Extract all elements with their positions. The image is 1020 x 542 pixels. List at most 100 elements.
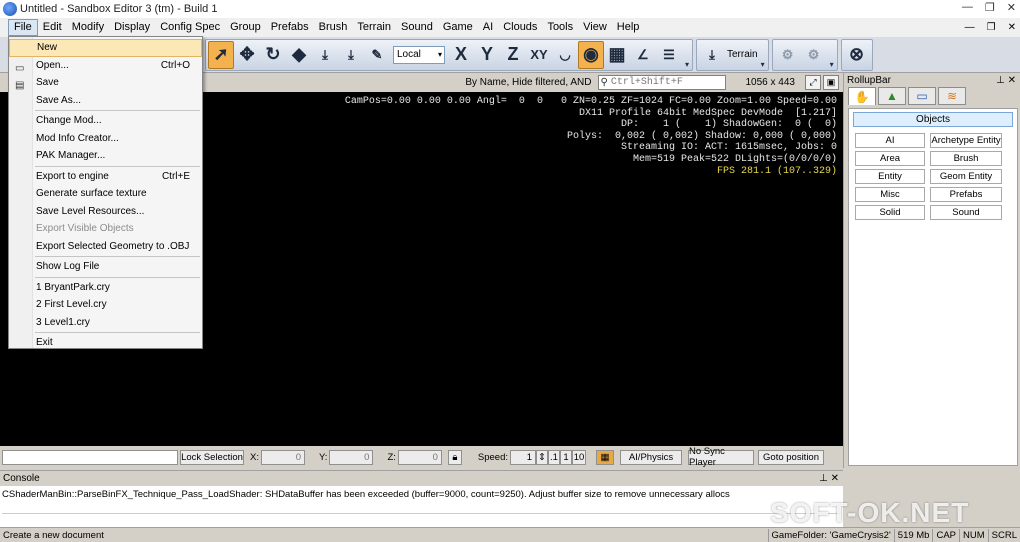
camera-snap-icon[interactable]: ◉ <box>578 40 604 69</box>
pin-close-icon[interactable]: ⊥ ✕ <box>996 75 1016 86</box>
search-filter-mode[interactable]: By Name, Hide filtered, AND <box>465 77 591 88</box>
file-menu-item-open[interactable]: ▭ Open... Ctrl+O <box>9 57 202 75</box>
file-menu-item-save[interactable]: ▤ Save <box>9 74 202 92</box>
axis-x-button[interactable]: X <box>448 41 474 69</box>
file-menu-item-save-level-resources[interactable]: Save Level Resources... <box>9 203 202 221</box>
menu-group[interactable]: Group <box>225 19 266 36</box>
no-sync-player-button[interactable]: No Sync Player <box>688 446 755 468</box>
coordinate-system-select[interactable]: Local <box>393 45 445 64</box>
toolbar-grip-icon[interactable]: ▾ <box>829 41 835 69</box>
speed-option-1[interactable]: 1 <box>560 449 573 465</box>
file-menu-item-change-mod[interactable]: Change Mod... <box>9 112 202 130</box>
file-menu-item-exit[interactable]: Exit <box>9 334 202 352</box>
viewport-maximize-icon[interactable]: ▣ <box>823 75 839 90</box>
y-coordinate-input[interactable]: 0 <box>329 449 374 465</box>
axis-y-button[interactable]: Y <box>474 41 500 69</box>
speed-option-0[interactable]: .1 <box>548 449 561 465</box>
terrain-icon[interactable]: ⤓ <box>699 41 725 69</box>
file-menu-item-generate-surface-texture[interactable]: Generate surface texture <box>9 185 202 203</box>
snap-to-object-icon[interactable]: ⤓ <box>338 41 364 69</box>
console-input[interactable] <box>2 513 841 525</box>
menu-view[interactable]: View <box>578 19 612 36</box>
viewport-options-icon[interactable]: ⤢ <box>805 75 821 90</box>
menu-close-icon[interactable]: ✕ <box>1008 22 1016 33</box>
brush-icon[interactable]: ✎ <box>364 41 390 69</box>
goto-position-button[interactable]: Goto position <box>758 449 825 465</box>
menu-ai[interactable]: AI <box>478 19 498 36</box>
file-menu-item-export-to-engine[interactable]: Export to engine Ctrl+E <box>9 168 202 186</box>
grid-icon[interactable]: ▦ <box>604 41 630 69</box>
rollup-button-area[interactable]: Area <box>855 151 925 166</box>
rollup-button-geom-entity[interactable]: Geom Entity <box>930 169 1002 184</box>
menu-item-label: Show Log File <box>36 261 100 272</box>
angle-snap-icon[interactable]: ∠ <box>630 41 656 69</box>
search-input[interactable]: ⚲ Ctrl+Shift+F <box>597 75 726 90</box>
menu-restore-icon[interactable]: ❐ <box>987 22 996 33</box>
menu-minimize-icon[interactable]: — <box>965 22 975 33</box>
menu-help[interactable]: Help <box>612 19 645 36</box>
rotate-tool-icon[interactable]: ↻ <box>260 41 286 69</box>
follow-terrain-icon[interactable]: ◡ <box>552 41 578 69</box>
rollup-button-archetype-entity[interactable]: Archetype Entity <box>930 133 1002 148</box>
console-pin-close-icon[interactable]: ⊥ ✕ <box>819 473 839 484</box>
lock-selection-button[interactable]: Lock Selection <box>180 449 244 465</box>
ruler-icon[interactable]: ☰ <box>656 41 682 69</box>
rollup-button-brush[interactable]: Brush <box>930 151 1002 166</box>
tab-display[interactable]: ▭ <box>908 87 936 105</box>
physics-simulate-icon[interactable]: ⚙ <box>775 41 801 69</box>
toolbar-grip-icon[interactable]: ▾ <box>760 41 766 69</box>
ai-physics-button[interactable]: AI/Physics <box>620 449 683 465</box>
menu-clouds[interactable]: Clouds <box>498 19 542 36</box>
close-icon[interactable]: ✕ <box>1007 1 1016 14</box>
axis-xy-button[interactable]: XY <box>526 41 552 69</box>
menu-game[interactable]: Game <box>438 19 478 36</box>
file-menu-item-new[interactable]: New <box>9 39 202 57</box>
file-menu-item-save-as[interactable]: Save As... <box>9 92 202 110</box>
menu-brush[interactable]: Brush <box>314 19 353 36</box>
minimize-icon[interactable]: — <box>962 1 973 14</box>
menu-prefabs[interactable]: Prefabs <box>266 19 314 36</box>
file-menu-item-3-level1-cry[interactable]: 3 Level1.cry <box>9 314 202 332</box>
tab-layers[interactable]: ≋ <box>938 87 966 105</box>
physics-get-state-icon[interactable]: ⚙ <box>801 41 827 69</box>
rollup-button-entity[interactable]: Entity <box>855 169 925 184</box>
selection-info-field <box>2 449 178 465</box>
rollup-button-solid[interactable]: Solid <box>855 205 925 220</box>
menu-config-spec[interactable]: Config Spec <box>155 19 225 36</box>
tab-terrain[interactable]: ▲ <box>878 87 906 105</box>
rollup-button-misc[interactable]: Misc <box>855 187 925 202</box>
snap-to-terrain-icon[interactable]: ⤓ <box>312 41 338 69</box>
axis-z-button[interactable]: Z <box>500 41 526 69</box>
toolbar-grip-icon[interactable]: ▾ <box>684 41 690 69</box>
select-tool-icon[interactable]: ➚ <box>208 40 234 69</box>
z-coordinate-input[interactable]: 0 <box>397 449 442 465</box>
menu-edit[interactable]: Edit <box>38 19 67 36</box>
menu-modify[interactable]: Modify <box>67 19 109 36</box>
lock-icon[interactable]: 🔒︎ <box>447 449 462 465</box>
speed-input[interactable]: 1 <box>510 449 537 465</box>
move-tool-icon[interactable]: ✥ <box>234 41 260 69</box>
x-coordinate-input[interactable]: 0 <box>260 449 305 465</box>
rollup-button-ai[interactable]: AI <box>855 133 925 148</box>
file-menu-item-pak-manager[interactable]: PAK Manager... <box>9 147 202 165</box>
help-lifebuoy-icon[interactable]: ⊗ <box>844 41 870 69</box>
menu-file[interactable]: File <box>8 19 38 36</box>
file-menu-item-1-bryantpark-cry[interactable]: 1 BryantPark.cry <box>9 279 202 297</box>
file-menu-item-mod-info-creator[interactable]: Mod Info Creator... <box>9 130 202 148</box>
menu-tools[interactable]: Tools <box>542 19 578 36</box>
tab-objects[interactable]: ✋ <box>848 87 876 105</box>
speed-option-2[interactable]: 10 <box>572 449 587 465</box>
menu-display[interactable]: Display <box>109 19 155 36</box>
objects-header-button[interactable]: Objects <box>853 112 1013 127</box>
terrain-collision-icon[interactable]: ▦ <box>596 449 615 465</box>
restore-icon[interactable]: ❐ <box>985 1 995 14</box>
file-menu-item-export-selected-geometry-to-obj[interactable]: Export Selected Geometry to .OBJ <box>9 238 202 256</box>
file-menu-item-show-log-file[interactable]: Show Log File <box>9 258 202 276</box>
speed-spin-icon[interactable]: ⇕ <box>536 449 549 465</box>
rollup-button-sound[interactable]: Sound <box>930 205 1002 220</box>
file-menu-item-2-first-level-cry[interactable]: 2 First Level.cry <box>9 296 202 314</box>
menu-terrain[interactable]: Terrain <box>352 19 396 36</box>
rollup-button-prefabs[interactable]: Prefabs <box>930 187 1002 202</box>
scale-tool-icon[interactable]: ◆ <box>286 41 312 69</box>
menu-sound[interactable]: Sound <box>396 19 438 36</box>
